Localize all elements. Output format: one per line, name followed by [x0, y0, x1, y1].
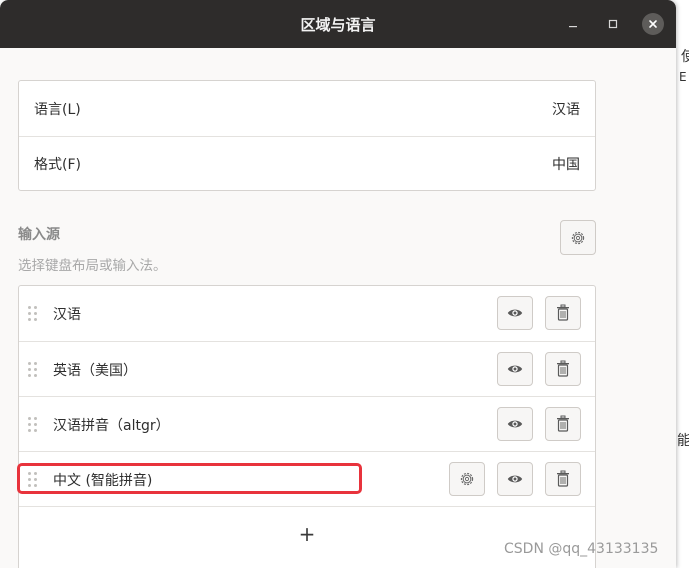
gear-icon [460, 472, 474, 486]
drag-handle-icon[interactable] [28, 472, 38, 487]
input-source-label: 汉语拼音（altgr） [53, 418, 170, 434]
format-value: 中国 [552, 157, 580, 173]
drag-handle-icon[interactable] [28, 306, 38, 321]
preview-button[interactable] [497, 462, 533, 496]
input-sources-list: 汉语 英语（美国） 汉语拼音（altgr） 中文 (智能拼音) + [18, 285, 596, 568]
trash-icon [557, 360, 569, 377]
format-label: 格式(F) [34, 157, 81, 173]
input-source-label: 汉语 [53, 307, 81, 323]
list-item[interactable]: 英语（美国） [19, 341, 595, 396]
remove-button[interactable] [545, 296, 581, 330]
close-button[interactable] [642, 13, 664, 35]
language-row[interactable]: 语言(L) 汉语 [19, 81, 595, 136]
maximize-button[interactable] [602, 13, 624, 35]
preview-button[interactable] [497, 407, 533, 441]
eye-icon [507, 365, 523, 373]
eye-icon [507, 475, 523, 483]
format-row[interactable]: 格式(F) 中国 [19, 136, 595, 191]
input-sources-options-button[interactable] [560, 220, 596, 255]
remove-button[interactable] [545, 352, 581, 386]
input-source-label: 中文 (智能拼音) [53, 473, 153, 489]
preview-button[interactable] [497, 296, 533, 330]
list-item[interactable]: 汉语拼音（altgr） [19, 396, 595, 451]
preview-button[interactable] [497, 352, 533, 386]
titlebar: 区域与语言 [0, 0, 676, 48]
minimize-icon [569, 26, 577, 28]
input-source-label: 英语（美国） [53, 363, 137, 379]
language-format-panel: 语言(L) 汉语 格式(F) 中国 [18, 80, 596, 191]
region-language-window: 区域与语言 语言(L) 汉语 格式(F) 中国 输入源 选择键盘布局或输入法。 … [0, 0, 676, 568]
content-area: 语言(L) 汉语 格式(F) 中国 输入源 选择键盘布局或输入法。 汉语 英语（… [0, 48, 676, 568]
background-text-small: E [679, 70, 687, 84]
eye-icon [507, 309, 523, 317]
eye-icon [507, 420, 523, 428]
list-item[interactable]: 汉语 [19, 286, 595, 341]
input-sources-subtitle: 选择键盘布局或输入法。 [18, 258, 167, 274]
remove-button[interactable] [545, 462, 581, 496]
background-text-top: 使 [681, 49, 689, 65]
trash-icon [557, 470, 569, 487]
close-icon [649, 20, 657, 28]
trash-icon [557, 415, 569, 432]
list-item[interactable]: 中文 (智能拼音) [19, 451, 595, 506]
input-source-settings-button[interactable] [449, 462, 485, 496]
remove-button[interactable] [545, 407, 581, 441]
language-value: 汉语 [552, 101, 580, 118]
maximize-icon [608, 19, 618, 29]
trash-icon [557, 304, 569, 321]
background-text-mid: 能 [677, 433, 689, 449]
language-label: 语言(L) [34, 101, 81, 118]
input-sources-title: 输入源 [18, 227, 60, 243]
drag-handle-icon[interactable] [28, 362, 38, 377]
watermark: CSDN @qq_43133135 [504, 541, 659, 557]
gear-icon [571, 231, 585, 244]
minimize-button[interactable] [562, 13, 584, 35]
drag-handle-icon[interactable] [28, 417, 38, 432]
